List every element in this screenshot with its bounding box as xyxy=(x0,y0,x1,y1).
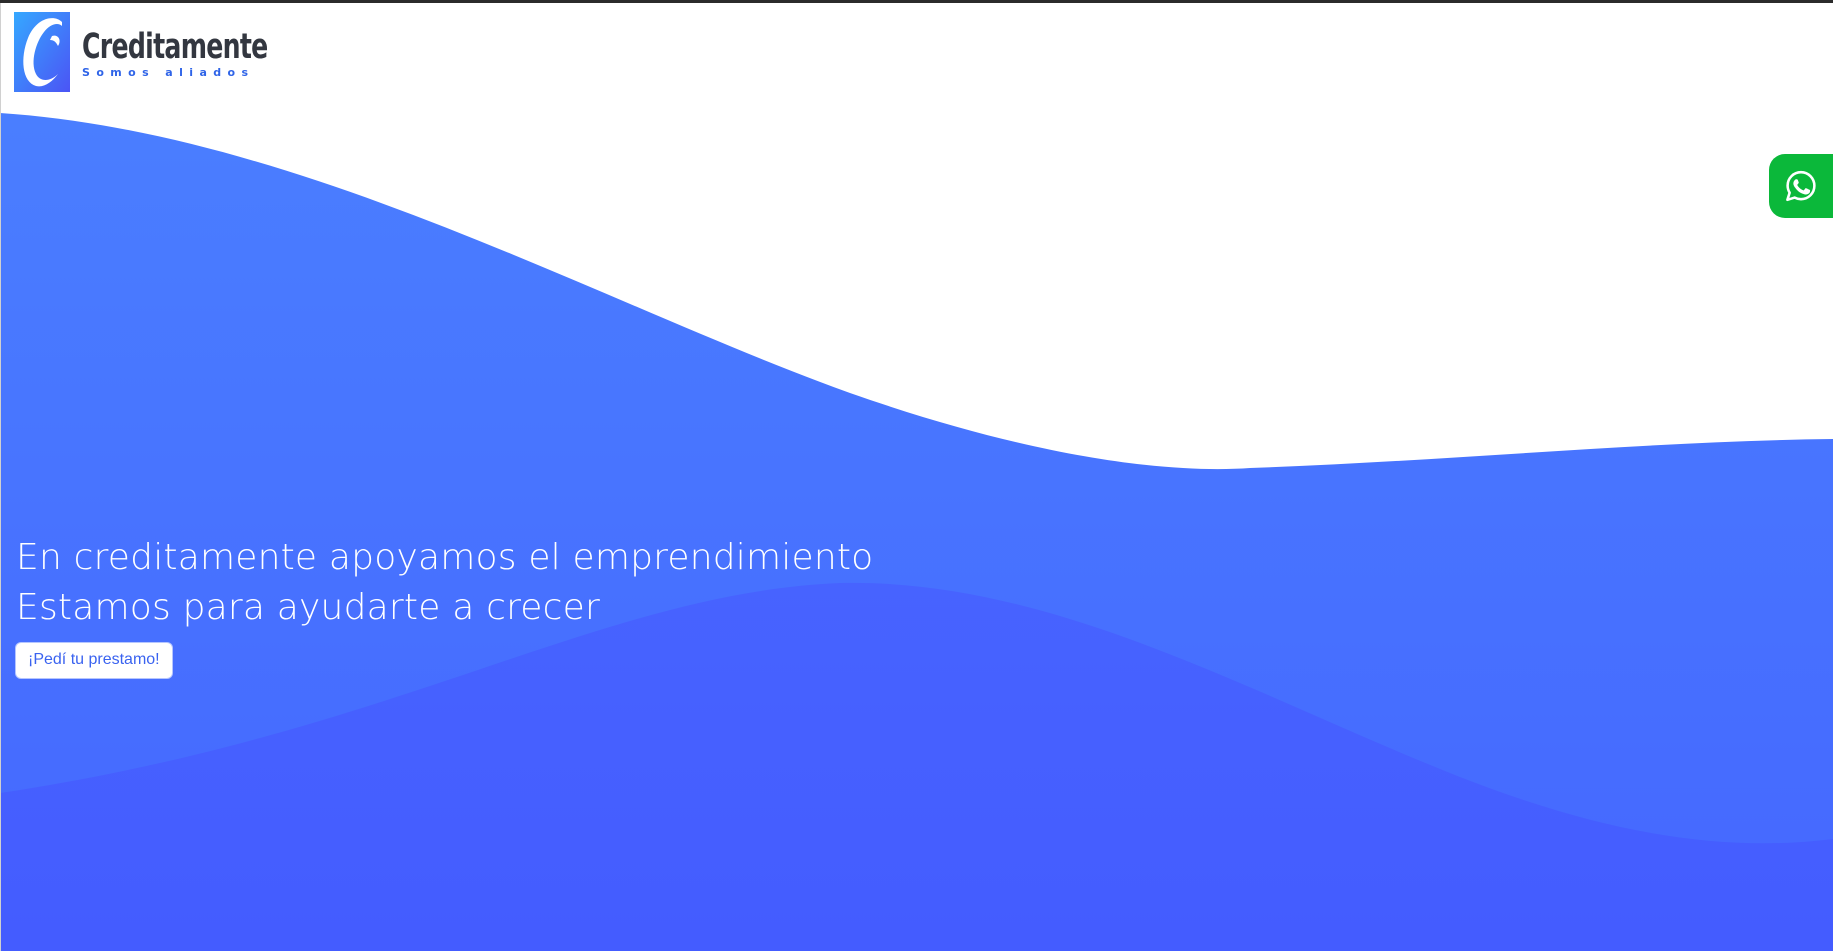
hero-headline-line-1: En creditamente apoyamos el emprendimien… xyxy=(16,537,874,578)
whatsapp-icon xyxy=(1786,170,1816,202)
brand-name: Creditamente xyxy=(82,27,268,67)
brand-logo[interactable]: Creditamente Somos aliados xyxy=(14,12,340,92)
whatsapp-button[interactable] xyxy=(1769,154,1833,218)
page-frame: Creditamente Somos aliados En creditamen… xyxy=(0,3,1833,951)
brand-tagline: Somos aliados xyxy=(82,66,255,79)
window-left-border xyxy=(0,3,1,951)
brand-text: Creditamente Somos aliados xyxy=(82,12,340,80)
hero-headline-line-2: Estamos para ayudarte a crecer xyxy=(16,587,600,628)
hero-wave-background xyxy=(0,113,1833,951)
creditamente-logo-icon xyxy=(14,12,70,92)
hero-content: En creditamente apoyamos el emprendimien… xyxy=(16,533,873,678)
request-loan-button[interactable]: ¡Pedí tu prestamo! xyxy=(16,643,172,678)
site-header: Creditamente Somos aliados xyxy=(0,3,1833,111)
